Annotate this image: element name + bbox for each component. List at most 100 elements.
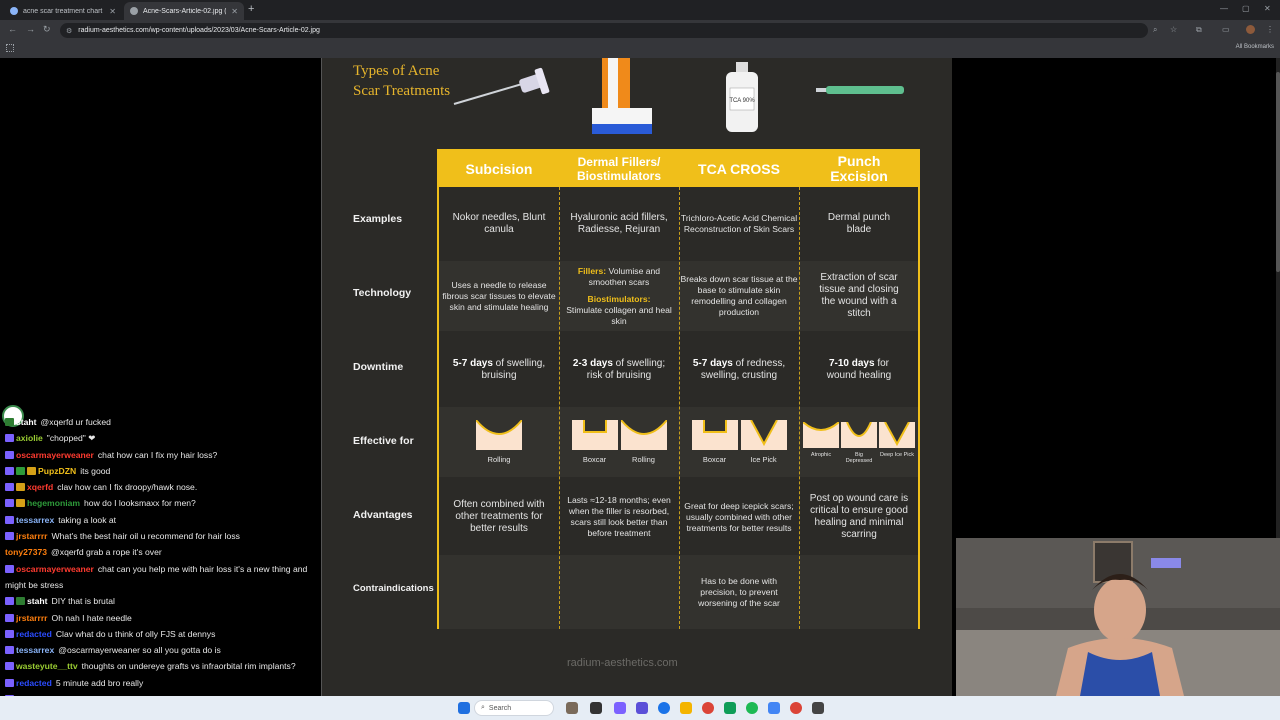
table-header: Subcision Dermal Fillers/ Biostimulators…	[439, 151, 918, 187]
chat-message: tony27373 @xqerfd grab a rope it's over	[5, 544, 310, 560]
app-icon[interactable]	[636, 702, 648, 714]
chat-message: jrstarrrr Oh nah I hate needle	[5, 610, 310, 626]
cell-effective-fillers: Boxcar Rolling	[560, 413, 678, 473]
cell-downtime-tca: 5-7 days of redness, swelling, crusting	[680, 337, 798, 403]
close-window-icon[interactable]: ✕	[1264, 4, 1271, 13]
url-bar[interactable]: ⚙ radium-aesthetics.com/wp-content/uploa…	[60, 23, 1148, 38]
zoom-icon[interactable]: ⌕	[1153, 25, 1157, 35]
chat-text: What's the best hair oil u recommend for…	[51, 531, 240, 542]
scroll-thumb[interactable]	[1276, 72, 1280, 272]
app-icon[interactable]	[812, 702, 824, 714]
chat-username[interactable]: redacted	[16, 629, 52, 639]
chat-text: DIY that is brutal	[51, 596, 115, 607]
svg-text:TCA 90%: TCA 90%	[729, 98, 755, 104]
chat-badge-icon	[5, 678, 14, 687]
apps-icon[interactable]	[6, 44, 14, 52]
all-bookmarks-button[interactable]: All Bookmarks	[1236, 44, 1274, 50]
chat-badge-icon	[5, 629, 14, 638]
maximize-icon[interactable]: ▢	[1242, 4, 1250, 13]
scar-big-depressed: Big Depressed	[841, 422, 877, 464]
back-icon[interactable]: ←	[8, 24, 17, 34]
chat-username[interactable]: tessarrex	[16, 645, 54, 655]
chat-username[interactable]: axiolie	[16, 433, 43, 443]
chat-username[interactable]: oscarmayerweaner	[16, 450, 94, 460]
cell-technology-punch: Extraction of scar tissue and closing th…	[819, 272, 899, 319]
chat-message: staht DIY that is brutal	[5, 593, 310, 609]
tab-acne-image[interactable]: Acne-Scars-Article-02.jpg (125× ✕	[124, 2, 244, 20]
chat-username[interactable]: PupzDZN	[38, 466, 76, 476]
chat-username[interactable]: staht	[16, 417, 37, 427]
downtime-days: 5-7 days	[692, 358, 733, 369]
spotify-icon[interactable]	[746, 702, 758, 714]
edge-icon[interactable]	[658, 702, 670, 714]
file-explorer-icon[interactable]	[680, 702, 692, 714]
extensions-icon[interactable]: ⧉	[1196, 25, 1202, 35]
close-tab-icon[interactable]: ✕	[231, 7, 238, 16]
downtime-days: 2-3 days	[572, 358, 613, 369]
scar-atrophic: Atrophic	[803, 422, 839, 464]
close-tab-icon[interactable]: ✕	[109, 7, 116, 16]
task-view-icon[interactable]	[590, 702, 602, 714]
cell-technology-subcision: Uses a needle to release fibrous scar ti…	[442, 279, 556, 312]
row-label-effective: Effective for	[353, 435, 414, 447]
scar-label: Boxcar	[582, 455, 607, 464]
cell-downtime-fillers: 2-3 days of swelling; risk of bruising	[560, 337, 678, 403]
chat-username[interactable]: tony27373	[5, 547, 47, 557]
chat-username[interactable]: tessarrex	[16, 515, 54, 525]
chat-message: tessarrex @oscarmayerweaner so all you go…	[5, 642, 310, 658]
chat-username[interactable]: jrstarrrr	[16, 613, 48, 623]
deep-icepick-scar-icon	[879, 422, 915, 448]
chat-text: taking a look at	[58, 514, 117, 525]
browser-tab-bar: acne scar treatment chart - Go ✕ Acne-Sc…	[0, 0, 1280, 20]
bookmarks-bar: All Bookmarks	[0, 40, 1280, 58]
chat-username[interactable]: redacted	[16, 678, 52, 688]
app-icon[interactable]	[768, 702, 780, 714]
biostim-label: Biostimulators:	[587, 293, 651, 304]
chat-username[interactable]: jrstarrrr	[16, 531, 48, 541]
cell-contra-fillers	[560, 557, 678, 627]
chat-username[interactable]: hegemoniam	[27, 498, 80, 508]
chat-message: hegemoniam how do I looksmaxx for men?	[5, 495, 310, 511]
scar-boxcar: Boxcar	[571, 420, 618, 466]
chat-username[interactable]: wasteyute__ttv	[16, 661, 78, 671]
chat-username[interactable]: oscarmayerweaner	[16, 564, 94, 574]
new-tab-button[interactable]: +	[248, 3, 254, 15]
app-icon[interactable]	[724, 702, 736, 714]
cell-contra-tca: Has to be done with precision, to preven…	[698, 575, 780, 608]
menu-icon[interactable]: ⋮	[1266, 25, 1274, 34]
chat-badge-icon	[5, 466, 14, 475]
scar-label: Rolling	[487, 455, 511, 464]
windows-taskbar: ⌕ Search	[0, 696, 1280, 720]
profile-avatar[interactable]	[1246, 25, 1255, 34]
scar-label: Big Depressed	[845, 452, 873, 464]
bookmark-star-icon[interactable]: ☆	[1170, 25, 1177, 34]
chat-text: Clav what do u think of olly FJS at denn…	[55, 628, 216, 639]
sidepanel-icon[interactable]: ▭	[1222, 25, 1230, 34]
cell-examples-subcision: Nokor needles, Blunt canula	[452, 212, 546, 235]
site-info-icon[interactable]: ⚙	[66, 27, 72, 35]
chat-badge-icon	[16, 499, 25, 508]
chat-badge-icon	[5, 418, 14, 426]
chat-username[interactable]: staht	[27, 596, 48, 606]
fillers-label: Fillers:	[577, 265, 607, 276]
reload-icon[interactable]: ↻	[43, 24, 51, 35]
scar-boxcar: Boxcar	[691, 420, 738, 466]
widgets-icon[interactable]	[566, 702, 578, 714]
chat-message: redacted Clav what do u think of olly FJS…	[5, 626, 310, 642]
scar-rolling: Rolling	[476, 420, 522, 466]
chrome-icon[interactable]	[790, 702, 802, 714]
rolling-scar-icon	[476, 420, 522, 450]
taskbar-search[interactable]: ⌕ Search	[474, 700, 554, 716]
forward-icon[interactable]: →	[26, 24, 35, 34]
tab-google-search[interactable]: acne scar treatment chart - Go ✕	[4, 2, 122, 20]
windows-start-icon[interactable]	[458, 702, 470, 714]
chat-username[interactable]: xqerfd	[27, 482, 53, 492]
minimize-icon[interactable]: —	[1220, 4, 1228, 13]
chrome-icon[interactable]	[702, 702, 714, 714]
app-icon[interactable]	[614, 702, 626, 714]
column-header-tca: TCA CROSS	[698, 160, 780, 177]
chat-text: "chopped" ❤	[46, 433, 96, 444]
cell-advantages-subcision: Often combined with other treatments for…	[453, 499, 545, 534]
chat-text: Oh nah I hate needle	[51, 612, 132, 623]
chat-message: jrstarrrr What's the best hair oil u reco…	[5, 528, 310, 544]
